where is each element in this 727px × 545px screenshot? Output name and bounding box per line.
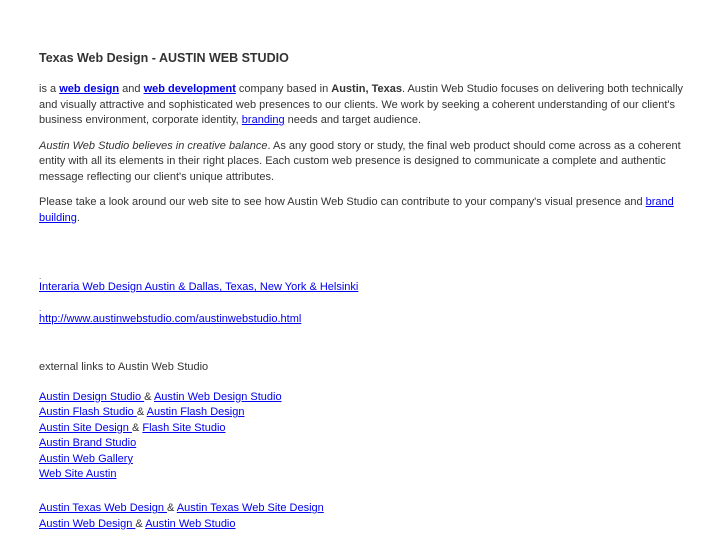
location-text: Austin, Texas bbox=[331, 83, 402, 95]
intro-text: and bbox=[119, 83, 144, 95]
austin-web-design-studio-link[interactable]: Austin Web Design Studio bbox=[154, 391, 282, 403]
web-development-link[interactable]: web development bbox=[144, 83, 236, 95]
austin-site-design-link[interactable]: Austin Site Design bbox=[39, 422, 132, 434]
austin-flash-design-link[interactable]: Austin Flash Design bbox=[147, 406, 245, 418]
web-site-austin-link[interactable]: Web Site Austin bbox=[39, 468, 116, 480]
amp-text: & bbox=[167, 502, 177, 515]
external-links-label: external links to Austin Web Studio bbox=[39, 361, 209, 373]
intro-text: is a bbox=[39, 83, 60, 95]
interaria-row: Interaria Web Design Austin & Dallas, Te… bbox=[39, 280, 689, 296]
link-row: Web Site Austin bbox=[39, 467, 689, 483]
intro-paragraph: is a web design and web development comp… bbox=[39, 82, 689, 129]
link-row: Austin Web Design & Austin Web Studio bbox=[39, 517, 689, 533]
austin-texas-web-design-link[interactable]: Austin Texas Web Design bbox=[39, 502, 167, 514]
branding-link[interactable]: branding bbox=[242, 114, 285, 126]
belief-paragraph: Austin Web Studio believes in creative b… bbox=[39, 139, 689, 186]
url-link[interactable]: http://www.austinwebstudio.com/austinweb… bbox=[39, 313, 301, 325]
external-links-group-2: Austin Texas Web Design & Austin Texas W… bbox=[39, 501, 689, 532]
intro-text: needs and target audience. bbox=[284, 114, 422, 126]
link-row: Austin Texas Web Design & Austin Texas W… bbox=[39, 501, 689, 517]
amp-text: & bbox=[131, 421, 143, 434]
austin-web-studio-link[interactable]: Austin Web Studio bbox=[145, 518, 235, 530]
amp-text: & bbox=[135, 517, 146, 530]
austin-web-design-link[interactable]: Austin Web Design bbox=[39, 518, 135, 530]
interaria-link[interactable]: Interaria Web Design Austin & Dallas, Te… bbox=[39, 281, 358, 293]
austin-texas-web-site-design-link[interactable]: Austin Texas Web Site Design bbox=[177, 502, 324, 514]
main-content: Texas Web Design - AUSTIN WEB STUDIO is … bbox=[39, 50, 689, 532]
belief-italic-text: Austin Web Studio believes in creative b… bbox=[39, 139, 268, 152]
url-row: http://www.austinwebstudio.com/austinweb… bbox=[39, 312, 689, 328]
page-title: Texas Web Design - AUSTIN WEB STUDIO bbox=[39, 51, 289, 65]
amp-text: & bbox=[136, 406, 147, 419]
austin-web-gallery-link[interactable]: Austin Web Gallery bbox=[39, 453, 133, 465]
austin-design-studio-link[interactable]: Austin Design Studio bbox=[39, 391, 144, 403]
external-links-group-1: Austin Design Studio & Austin Web Design… bbox=[39, 390, 689, 484]
austin-flash-studio-link[interactable]: Austin Flash Studio bbox=[39, 406, 137, 418]
web-design-link[interactable]: web design bbox=[59, 83, 119, 95]
intro-text: company based in bbox=[235, 83, 332, 95]
flash-site-studio-link[interactable]: Flash Site Studio bbox=[142, 422, 225, 434]
amp-text: & bbox=[144, 390, 154, 403]
invite-paragraph: Please take a look around our web site t… bbox=[39, 195, 689, 226]
link-row: Austin Web Gallery bbox=[39, 452, 689, 468]
link-row: Austin Flash Studio & Austin Flash Desig… bbox=[39, 405, 689, 421]
link-row: Austin Design Studio & Austin Web Design… bbox=[39, 390, 689, 406]
invite-text: Please take a look around our web site t… bbox=[39, 196, 646, 208]
austin-brand-studio-link[interactable]: Austin Brand Studio bbox=[39, 437, 136, 449]
link-row: Austin Brand Studio bbox=[39, 436, 689, 452]
link-row: Austin Site Design & Flash Site Studio bbox=[39, 421, 689, 437]
invite-text: . bbox=[76, 211, 80, 224]
